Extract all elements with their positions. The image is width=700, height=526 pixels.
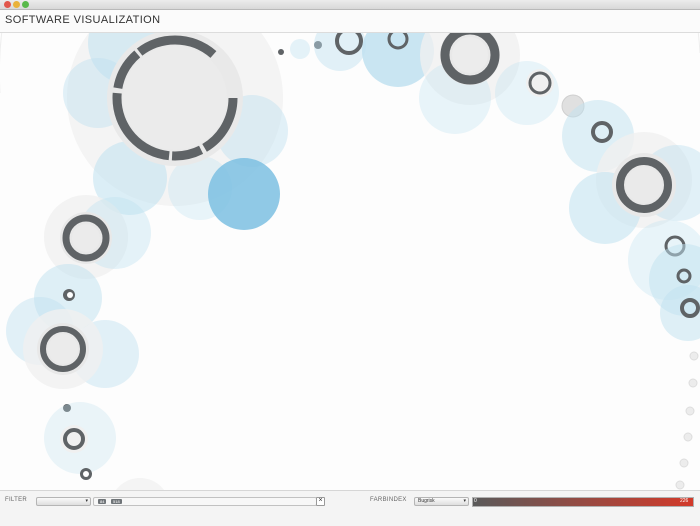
- color-index-select-value: Bugrisk: [418, 498, 435, 504]
- color-scale-bar: [472, 497, 694, 507]
- color-index-label: FARBINDEX: [370, 497, 407, 503]
- minimize-window-button[interactable]: [13, 1, 20, 8]
- zoom-window-button[interactable]: [22, 1, 29, 8]
- node-cluster-top-right[interactable]: [419, 33, 634, 172]
- close-window-button[interactable]: [4, 1, 11, 8]
- color-scale-min: 0: [474, 498, 477, 504]
- software-visualization-graph[interactable]: [0, 33, 700, 490]
- node-cluster-left-lower[interactable]: [6, 297, 170, 490]
- app-header: SOFTWARE VISUALIZATION: [0, 10, 700, 33]
- search-input[interactable]: 84 518: [93, 497, 317, 506]
- chevron-down-icon: ▾: [85, 498, 88, 504]
- color-index-select[interactable]: Bugrisk ▾: [414, 497, 469, 506]
- window-titlebar: [0, 0, 700, 10]
- node-cluster-top[interactable]: [278, 33, 434, 87]
- filter-label: FILTER: [5, 497, 28, 503]
- app-title: SOFTWARE VISUALIZATION: [5, 14, 161, 26]
- search-tag[interactable]: 84: [98, 499, 107, 504]
- search-tag[interactable]: 518: [111, 499, 122, 504]
- visualization-canvas[interactable]: [0, 33, 700, 490]
- chevron-down-icon: ▾: [463, 498, 466, 504]
- filter-select[interactable]: ▾: [36, 497, 91, 506]
- selected-node-halo: [208, 158, 280, 230]
- node-cluster-right-edge[interactable]: [675, 351, 699, 490]
- clear-search-button[interactable]: ×: [316, 497, 325, 506]
- color-scale-max: 226: [680, 498, 689, 504]
- footer-toolbar: FILTER ▾ 84 518 × FARBINDEX Bugrisk ▾ 0 …: [0, 490, 700, 526]
